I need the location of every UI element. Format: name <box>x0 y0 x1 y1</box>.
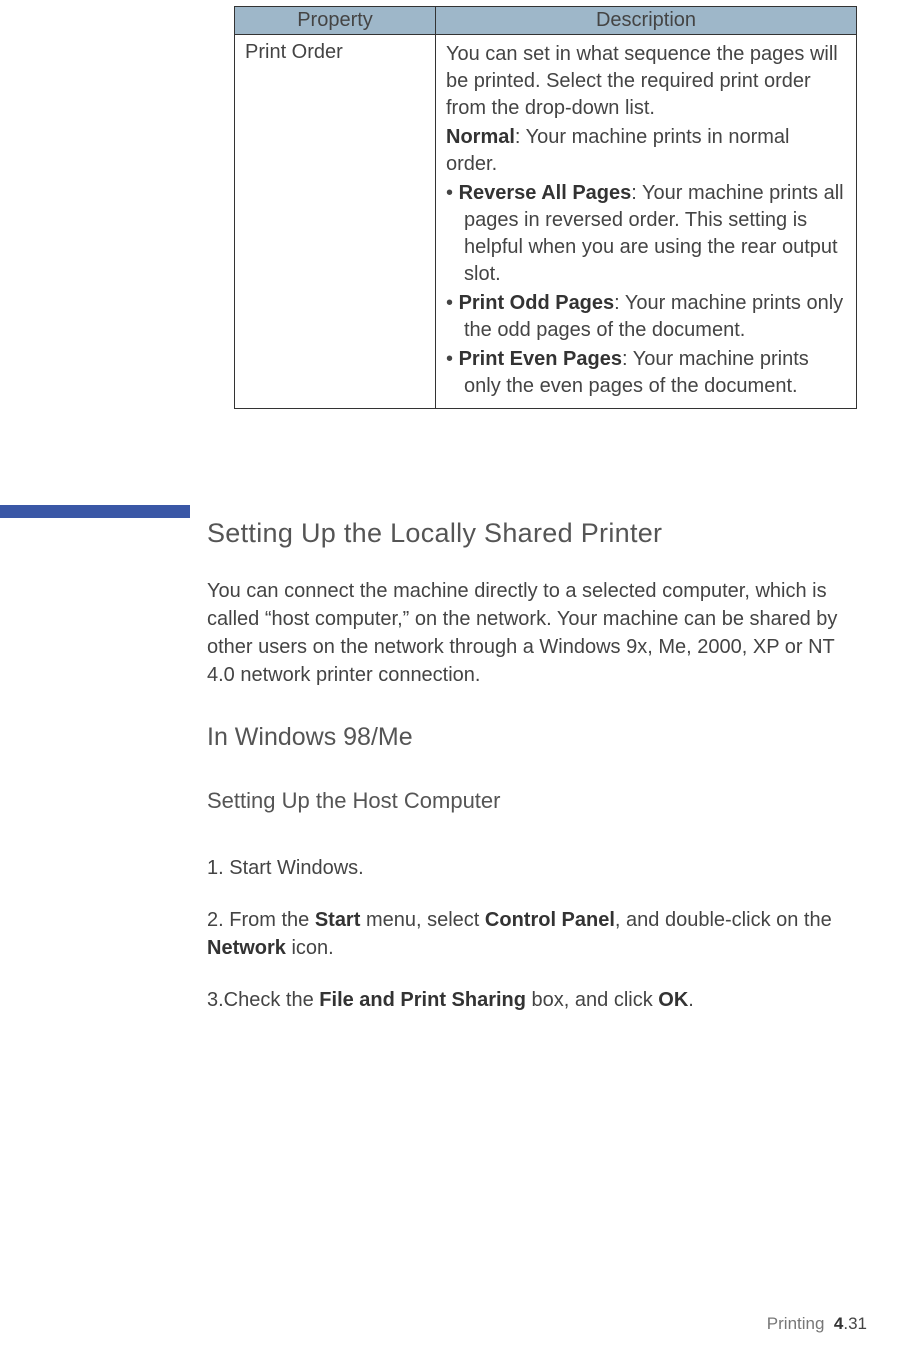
step-2: 2. From the Start menu, select Control P… <box>207 906 857 962</box>
desc-intro: You can set in what sequence the pages w… <box>446 41 846 122</box>
desc-bullet-2: • Print Odd Pages: Your machine prints o… <box>446 290 846 344</box>
desc-bullet-1: • Reverse All Pages: Your machine prints… <box>446 180 846 288</box>
subheading-windows: In Windows 98/Me <box>207 723 857 752</box>
section-body: You can connect the machine directly to … <box>207 577 857 689</box>
cell-description: You can set in what sequence the pages w… <box>436 35 857 409</box>
cell-property: Print Order <box>235 35 436 409</box>
footer-chapter: 4 <box>834 1314 843 1333</box>
property-table: Property Description Print Order You can… <box>234 6 857 409</box>
step-1: 1. Start Windows. <box>207 854 857 882</box>
subheading-host: Setting Up the Host Computer <box>207 788 857 814</box>
desc-bullet-3: • Print Even Pages: Your machine prints … <box>446 346 846 400</box>
accent-bar <box>0 505 190 518</box>
section-heading: Setting Up the Locally Shared Printer <box>207 518 857 549</box>
step-3: 3.Check the File and Print Sharing box, … <box>207 986 857 1014</box>
main-content: Setting Up the Locally Shared Printer Yo… <box>207 518 857 1038</box>
desc-normal: Normal: Your machine prints in normal or… <box>446 124 846 178</box>
header-property: Property <box>235 7 436 35</box>
page-footer: Printing 4.31 <box>767 1314 867 1334</box>
header-description: Description <box>436 7 857 35</box>
footer-page: .31 <box>843 1314 867 1333</box>
footer-section: Printing <box>767 1314 825 1333</box>
